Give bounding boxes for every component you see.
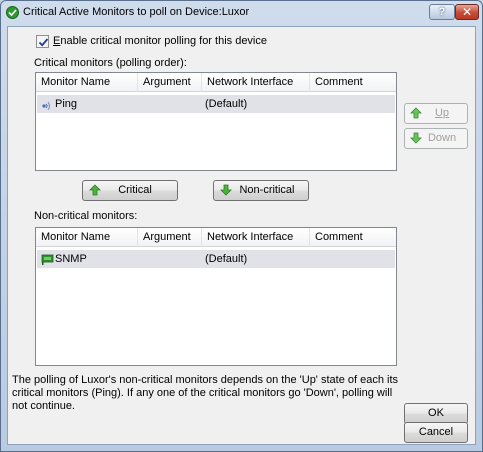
make-critical-button[interactable]: Critical: [82, 180, 178, 201]
column-header-network-interface[interactable]: Network Interface: [202, 228, 310, 247]
help-button[interactable]: ?: [429, 4, 455, 20]
up-label: Up: [434, 107, 450, 119]
critical-monitors-table[interactable]: Monitor Name Argument Network Interface …: [35, 72, 397, 171]
critical-table-header: Monitor Name Argument Network Interface …: [36, 73, 396, 92]
enable-polling-text: nable critical monitor polling for this …: [60, 35, 267, 47]
polling-dependency-note: The polling of Luxor's non-critical moni…: [12, 374, 399, 412]
title-bar: Critical Active Monitors to poll on Devi…: [1, 1, 482, 25]
arrow-up-icon: [410, 107, 422, 126]
checkmark-icon: [38, 38, 49, 47]
make-noncritical-button[interactable]: Non-critical: [213, 180, 309, 201]
monitor-name-cell: Ping: [55, 98, 78, 110]
column-header-argument[interactable]: Argument: [138, 73, 202, 92]
column-header-monitor-name[interactable]: Monitor Name: [36, 228, 138, 247]
enable-polling-checkbox[interactable]: [36, 35, 49, 48]
ping-icon: [41, 98, 53, 113]
critical-label: Critical: [118, 184, 152, 196]
cancel-button[interactable]: Cancel: [404, 422, 468, 443]
window-title: Critical Active Monitors to poll on Devi…: [23, 6, 250, 18]
column-header-argument[interactable]: Argument: [138, 228, 202, 247]
noncritical-monitors-label: Non-critical monitors:: [34, 210, 138, 222]
arrow-down-icon: [220, 184, 232, 203]
move-up-button[interactable]: Up: [404, 103, 468, 124]
table-row[interactable]: Ping (Default): [37, 95, 395, 113]
enable-polling-label[interactable]: Enable critical monitor polling for this…: [53, 35, 267, 47]
snmp-icon: [41, 253, 54, 268]
move-down-button[interactable]: Down: [404, 128, 468, 149]
column-header-network-interface[interactable]: Network Interface: [202, 73, 310, 92]
ok-button[interactable]: OK: [404, 403, 468, 424]
noncritical-monitors-table[interactable]: Monitor Name Argument Network Interface …: [35, 227, 397, 366]
dialog-window: Critical Active Monitors to poll on Devi…: [0, 0, 483, 452]
column-header-monitor-name[interactable]: Monitor Name: [36, 73, 138, 92]
critical-monitors-label: Critical monitors (polling order):: [34, 57, 187, 69]
dialog-body: Enable critical monitor polling for this…: [7, 26, 476, 445]
table-row[interactable]: SNMP (Default): [37, 250, 395, 268]
arrow-down-icon: [410, 132, 422, 151]
network-interface-cell: (Default): [205, 98, 248, 110]
noncritical-table-header: Monitor Name Argument Network Interface …: [36, 228, 396, 247]
arrow-up-icon: [89, 184, 101, 203]
app-icon: [6, 6, 19, 19]
monitor-name-cell: SNMP: [55, 253, 87, 265]
network-interface-cell: (Default): [205, 253, 248, 265]
column-header-comment[interactable]: Comment: [310, 228, 396, 247]
column-header-comment[interactable]: Comment: [310, 73, 396, 92]
close-button[interactable]: ✕: [455, 4, 479, 20]
noncritical-label: Non-critical: [239, 184, 295, 196]
